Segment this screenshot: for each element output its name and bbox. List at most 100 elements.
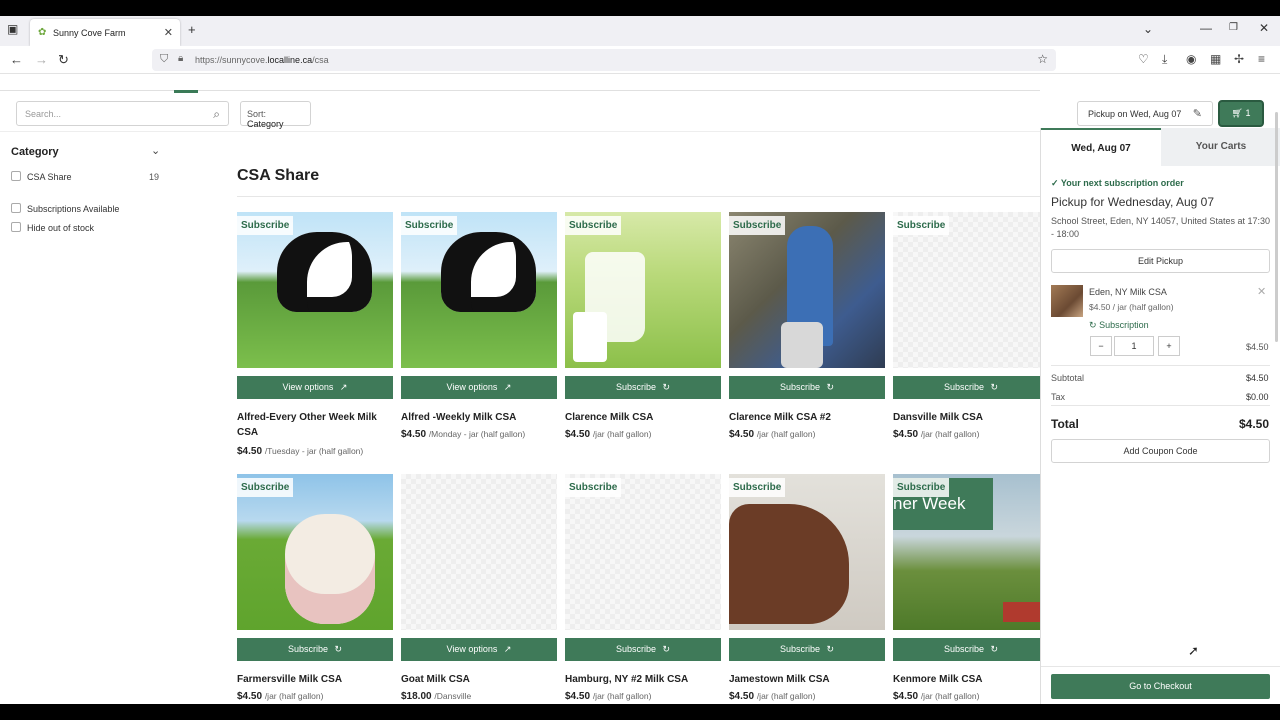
tab-close-icon[interactable]: ✕ [164, 26, 173, 39]
product-title[interactable]: Alfred -Weekly Milk CSA [401, 410, 561, 425]
subscribe-button[interactable]: Subscribe ↻ [237, 638, 393, 661]
lock-icon[interactable]: 🔒︎ [178, 53, 183, 64]
product-image[interactable]: ner Week Subscribe [893, 474, 1049, 630]
top-frame [0, 0, 1280, 16]
tab-wed-aug-07[interactable]: Wed, Aug 07 [1041, 128, 1161, 166]
button-label: Subscribe [779, 644, 820, 654]
checkout-divider [1041, 666, 1280, 667]
tab-overflow-icon[interactable]: ⌄ [1143, 22, 1153, 36]
quantity-increment-button[interactable]: + [1158, 336, 1180, 356]
subscribe-button[interactable]: Subscribe ↻ [729, 376, 885, 399]
product-card[interactable]: Subscribe Subscribe ↻ Dansville Milk CSA $4… [893, 212, 1049, 462]
restore-icon[interactable]: ❐ [1229, 22, 1238, 33]
browser-tab[interactable]: ✿ Sunny Cove Farm ✕ [30, 19, 180, 46]
tax-label: Tax [1051, 392, 1066, 402]
extensions-puzzle-icon[interactable]: ✢ [1234, 52, 1244, 66]
product-image[interactable]: Subscribe [729, 474, 885, 630]
search-input[interactable]: Search... ⌕ [16, 101, 229, 126]
product-image[interactable]: Subscribe [237, 212, 393, 368]
go-to-checkout-button[interactable]: Go to Checkout [1051, 674, 1270, 699]
button-label: Subscribe [615, 382, 656, 392]
quantity-input[interactable]: 1 [1114, 336, 1154, 356]
product-image[interactable]: Subscribe [565, 212, 721, 368]
product-price: $4.50 /jar (half gallon) [565, 691, 651, 702]
product-title[interactable]: Farmersville Milk CSA [237, 672, 397, 687]
product-title[interactable]: Goat Milk CSA [401, 672, 561, 687]
product-card[interactable]: Subscribe Subscribe ↻ Clarence Milk CSA $4.… [565, 212, 721, 462]
subscribe-button[interactable]: Subscribe ↻ [729, 638, 885, 661]
product-title[interactable]: Clarence Milk CSA #2 [729, 410, 889, 425]
tab-your-carts[interactable]: Your Carts [1161, 128, 1280, 166]
extension-icon[interactable]: ▦ [1210, 52, 1221, 66]
quantity-decrement-button[interactable]: − [1090, 336, 1112, 356]
product-image[interactable]: Subscribe [237, 474, 393, 630]
subscribe-button[interactable]: Subscribe ↻ [565, 376, 721, 399]
remove-item-icon[interactable]: ✕ [1257, 285, 1266, 298]
pocket-icon[interactable]: ♡ [1138, 52, 1149, 66]
new-tab-icon[interactable]: + [188, 22, 196, 37]
product-card[interactable]: Subscribe Subscribe ↻ Farmersville Milk CS… [237, 474, 393, 704]
product-card[interactable]: Subscribe View options ↗ Alfred-Every Othe… [237, 212, 393, 462]
address-bar[interactable]: ⛉ 🔒︎ https://sunnycove. localline.ca/csa … [152, 49, 1056, 71]
product-card[interactable]: Subscribe View options ↗ Alfred -Weekly Mi… [401, 212, 557, 462]
milk-can-shape [781, 322, 823, 368]
search-icon[interactable]: ⌕ [213, 107, 220, 122]
subscribe-badge: Subscribe [565, 216, 622, 235]
price-value: $4.50 [401, 429, 427, 440]
product-image[interactable]: Subscribe [893, 212, 1049, 368]
cart-button[interactable]: 🛒︎ 1 [1218, 100, 1264, 127]
back-icon[interactable]: ← [10, 52, 23, 67]
view-options-button[interactable]: View options ↗ [237, 376, 393, 399]
product-title[interactable]: Kenmore Milk CSA [893, 672, 1053, 687]
product-image[interactable]: Subscribe [401, 212, 557, 368]
product-image[interactable]: Subscribe [565, 474, 721, 630]
window-close-icon[interactable]: ✕ [1259, 21, 1269, 35]
product-card[interactable]: Subscribe Subscribe ↻ Clarence Milk CSA #2… [729, 212, 885, 462]
tab-list-icon[interactable]: ▣ [7, 22, 18, 36]
subscribe-button[interactable]: Subscribe ↻ [565, 638, 721, 661]
product-title[interactable]: Jamestown Milk CSA [729, 672, 889, 687]
forward-icon[interactable]: → [35, 52, 48, 67]
price-value: $4.50 [237, 691, 263, 702]
reload-icon[interactable]: ↻ [58, 52, 69, 68]
product-image[interactable] [401, 474, 557, 630]
chevron-down-icon[interactable]: ⌄ [151, 144, 160, 157]
product-image[interactable]: Subscribe [729, 212, 885, 368]
product-card[interactable]: View options ↗ Goat Milk CSA $18.00 /Dansv… [401, 474, 557, 704]
product-title[interactable]: Clarence Milk CSA [565, 410, 725, 425]
menu-icon[interactable]: ≡ [1258, 52, 1265, 66]
next-order-text: Your next subscription order [1060, 178, 1184, 188]
minimize-icon[interactable]: — [1200, 21, 1212, 35]
product-title[interactable]: Hamburg, NY #2 Milk CSA [565, 672, 725, 687]
cart-divider [1051, 365, 1270, 366]
product-title[interactable]: Dansville Milk CSA [893, 410, 1053, 425]
product-card[interactable]: Subscribe Subscribe ↻ Jamestown Milk CSA $4… [729, 474, 885, 704]
sort-dropdown[interactable]: Sort: Category [240, 101, 311, 129]
subscribe-badge: Subscribe [237, 216, 294, 235]
pickup-button[interactable]: Pickup on Wed, Aug 07 ✎ [1077, 101, 1213, 126]
subscribe-badge: Subscribe [729, 216, 786, 235]
sort-value: Category [247, 119, 284, 129]
shield-icon[interactable]: ⛉ [160, 53, 168, 66]
view-options-button[interactable]: View options ↗ [401, 638, 557, 661]
account-icon[interactable]: ◉ [1186, 52, 1196, 66]
checkbox-subscriptions-available[interactable] [11, 203, 21, 213]
add-coupon-button[interactable]: Add Coupon Code [1051, 439, 1270, 463]
subscribe-button[interactable]: Subscribe ↻ [893, 638, 1049, 661]
page-title: CSA Share [237, 167, 320, 184]
price-unit: /Tuesday - jar (half gallon) [264, 446, 364, 456]
product-card[interactable]: Subscribe Subscribe ↻ Hamburg, NY #2 Milk … [565, 474, 721, 704]
cart-item-total: $4.50 [1246, 342, 1269, 352]
category-filter-title[interactable]: Category [11, 146, 59, 158]
product-title[interactable]: Alfred-Every Other Week Milk CSA [237, 410, 397, 440]
checkbox-hide-out-of-stock[interactable] [11, 222, 21, 232]
subscribe-button[interactable]: Subscribe ↻ [893, 376, 1049, 399]
search-placeholder: Search... [25, 109, 62, 119]
downloads-icon[interactable]: ⤓ [1162, 52, 1167, 67]
panel-scrollbar[interactable] [1275, 112, 1278, 342]
view-options-button[interactable]: View options ↗ [401, 376, 557, 399]
bookmark-star-icon[interactable]: ☆ [1037, 52, 1048, 66]
edit-pickup-button[interactable]: Edit Pickup [1051, 249, 1270, 273]
product-card[interactable]: ner Week Subscribe Subscribe ↻ Kenmore Milk… [893, 474, 1049, 704]
checkbox-csa-share[interactable] [11, 171, 21, 181]
